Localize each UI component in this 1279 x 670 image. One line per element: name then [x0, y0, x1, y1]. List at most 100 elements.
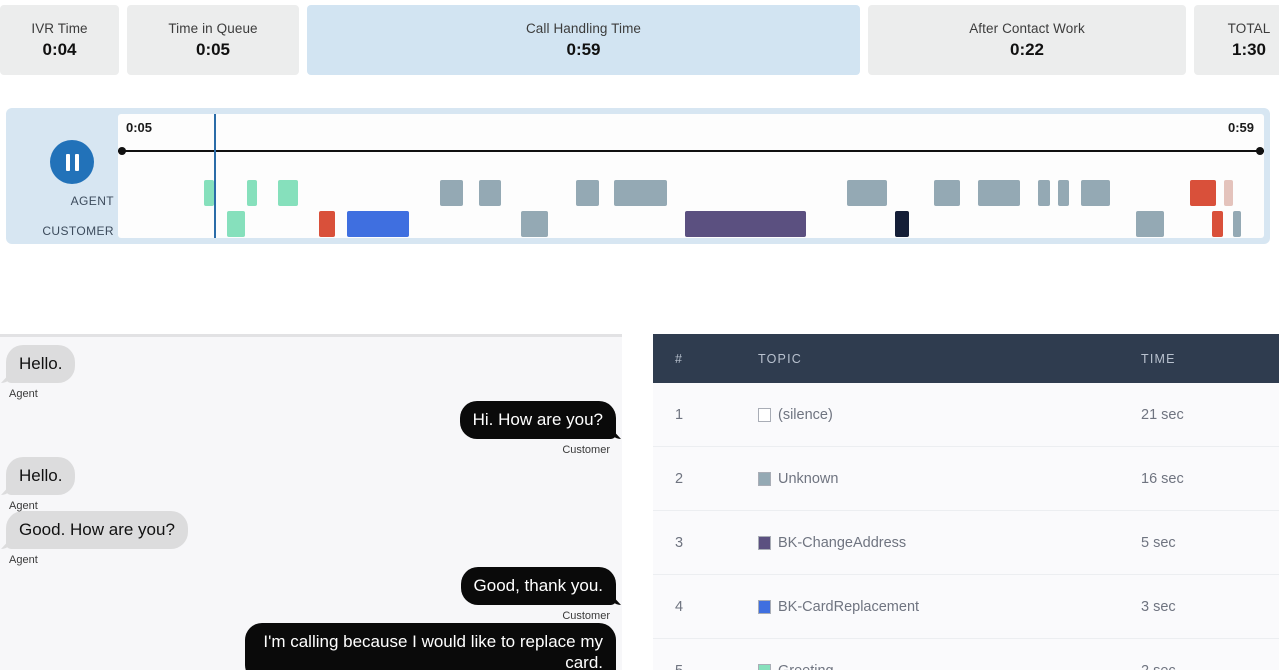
timeline-segment[interactable] — [1223, 180, 1234, 206]
timeline-segment[interactable] — [933, 180, 961, 206]
timeline-segment[interactable] — [1135, 211, 1165, 237]
topic-label: (silence) — [778, 406, 833, 423]
metric-label: TOTAL — [1227, 20, 1271, 36]
table-row[interactable]: 1 (silence) 21 sec — [653, 383, 1279, 447]
topic-row-name: BK-CardReplacement — [715, 599, 1099, 615]
transcript-message: Good. How are you? Agent — [6, 511, 188, 566]
timeline-segment[interactable] — [1080, 180, 1111, 206]
timeline-segment[interactable] — [1189, 180, 1216, 206]
timeline-controls: AGENT CUSTOMER — [14, 114, 118, 238]
timeline-track[interactable]: 0:05 0:59 — [118, 114, 1264, 238]
timeline-segment[interactable] — [894, 211, 909, 237]
metric-value: 0:05 — [195, 40, 231, 60]
metric-value: 0:04 — [42, 40, 77, 60]
transcript-panel[interactable]: Hello. Agent Hi. How are you? Customer Hello… — [0, 334, 622, 670]
topic-row-index: 2 — [675, 470, 684, 487]
table-row[interactable]: 2 Unknown 16 sec — [653, 447, 1279, 511]
timeline-segment[interactable] — [1057, 180, 1070, 206]
message-speaker-label: Customer — [562, 610, 610, 622]
topic-row-time: 16 sec — [1141, 470, 1184, 487]
topic-row-time: 2 sec — [1099, 663, 1279, 670]
timeline-segment[interactable] — [846, 180, 887, 206]
topic-row-name: Greeting — [715, 663, 1099, 670]
pause-bar-right — [74, 153, 79, 171]
timeline-playhead[interactable] — [214, 114, 217, 238]
timeline-axis-dot-start — [118, 147, 126, 155]
timeline-lane-label-agent: AGENT — [70, 194, 114, 208]
table-row[interactable]: 5 Greeting 2 sec — [653, 639, 1279, 670]
topic-color-swatch-icon — [758, 535, 771, 550]
topic-row-index: 4 — [675, 598, 684, 615]
topic-row-name: (silence) — [715, 407, 1099, 423]
timeline-segment[interactable] — [1233, 211, 1242, 237]
call-timeline: AGENT CUSTOMER 0:05 0:59 — [6, 108, 1270, 244]
message-speaker-label: Agent — [9, 388, 38, 400]
timeline-segment[interactable] — [247, 180, 257, 206]
transcript-message: Hi. How are you? Customer — [0, 401, 616, 456]
timeline-axis-dot-end — [1256, 147, 1264, 155]
metric-card-total[interactable]: TOTAL 1:30 — [1194, 5, 1279, 75]
topics-col-header-topic: TOPIC — [758, 351, 802, 366]
metric-label: After Contact Work — [969, 20, 1085, 36]
timeline-segment[interactable] — [278, 180, 298, 206]
transcript-message: Hello. Agent — [6, 345, 76, 400]
topic-label: BK-ChangeAddress — [778, 534, 907, 551]
timeline-segment[interactable] — [440, 180, 463, 206]
timeline-segment[interactable] — [521, 211, 548, 237]
message-bubble: Hello. — [6, 457, 76, 495]
pause-bar-left — [65, 153, 70, 171]
topic-label: Unknown — [778, 470, 839, 487]
topics-table-header: # TOPIC TIME — [653, 334, 1279, 383]
timeline-lane-label-customer: CUSTOMER — [42, 224, 114, 238]
transcript-message: I'm calling because I would like to repl… — [0, 623, 616, 670]
transcript-message: Hello. Agent — [6, 457, 76, 512]
topic-label: BK-CardReplacement — [778, 598, 920, 615]
timeline-segment[interactable] — [478, 180, 501, 206]
topic-row-name: BK-ChangeAddress — [715, 535, 1099, 551]
timeline-segment[interactable] — [977, 180, 1020, 206]
timeline-segment[interactable] — [1038, 180, 1050, 206]
topic-row-index: 1 — [675, 406, 684, 423]
metric-value: 1:30 — [1231, 40, 1267, 60]
topic-color-swatch-icon — [758, 663, 771, 670]
metric-card-time-in-queue[interactable]: Time in Queue 0:05 — [127, 5, 299, 75]
table-row[interactable]: 3 BK-ChangeAddress 5 sec — [653, 511, 1279, 575]
metric-card-after-contact-work[interactable]: After Contact Work 0:22 — [868, 5, 1186, 75]
topics-table-body: 1 (silence) 21 sec 2 Unknown 16 sec 3 BK-Change… — [653, 383, 1279, 670]
transcript-message: Good, thank you. Customer — [0, 567, 616, 622]
metric-card-ivr-time[interactable]: IVR Time 0:04 — [0, 5, 119, 75]
timeline-segment[interactable] — [614, 180, 667, 206]
topic-row-index: 3 — [675, 534, 684, 551]
table-row[interactable]: 4 BK-CardReplacement 3 sec — [653, 575, 1279, 639]
timeline-segment[interactable] — [226, 211, 246, 237]
timeline-segment[interactable] — [1212, 211, 1223, 237]
topic-color-swatch-icon — [758, 599, 771, 614]
topics-col-header-num: # — [675, 351, 684, 366]
call-metrics-strip: IVR Time 0:04 Time in Queue 0:05 Call Ha… — [0, 5, 1279, 75]
topics-panel: # TOPIC TIME 1 (silence) 21 sec 2 Unknown 16 … — [653, 334, 1279, 670]
message-bubble: Hi. How are you? — [459, 401, 616, 439]
topic-row-index: 5 — [653, 663, 715, 670]
timeline-start-time: 0:05 — [126, 120, 153, 135]
timeline-segment[interactable] — [576, 180, 600, 206]
topics-col-header-time: TIME — [1141, 351, 1176, 366]
topic-row-name: Unknown — [715, 471, 1099, 487]
timeline-segment[interactable] — [203, 180, 215, 206]
message-speaker-label: Agent — [9, 554, 38, 566]
metric-label: Time in Queue — [168, 20, 258, 36]
pause-icon[interactable] — [50, 140, 94, 184]
timeline-segment[interactable] — [685, 211, 806, 237]
message-speaker-label: Customer — [562, 444, 610, 456]
topic-row-time: 21 sec — [1141, 406, 1184, 423]
timeline-segment[interactable] — [347, 211, 410, 237]
message-bubble: Hello. — [6, 345, 76, 383]
topic-label: Greeting — [778, 663, 834, 670]
topic-row-time: 5 sec — [1141, 534, 1176, 551]
metric-card-call-handling-time[interactable]: Call Handling Time 0:59 — [307, 5, 860, 75]
timeline-axis — [118, 150, 1264, 152]
timeline-segment[interactable] — [318, 211, 335, 237]
message-bubble: I'm calling because I would like to repl… — [245, 623, 616, 670]
message-bubble: Good. How are you? — [6, 511, 188, 549]
metric-value: 0:22 — [1009, 40, 1045, 60]
metric-label: Call Handling Time — [525, 20, 642, 36]
